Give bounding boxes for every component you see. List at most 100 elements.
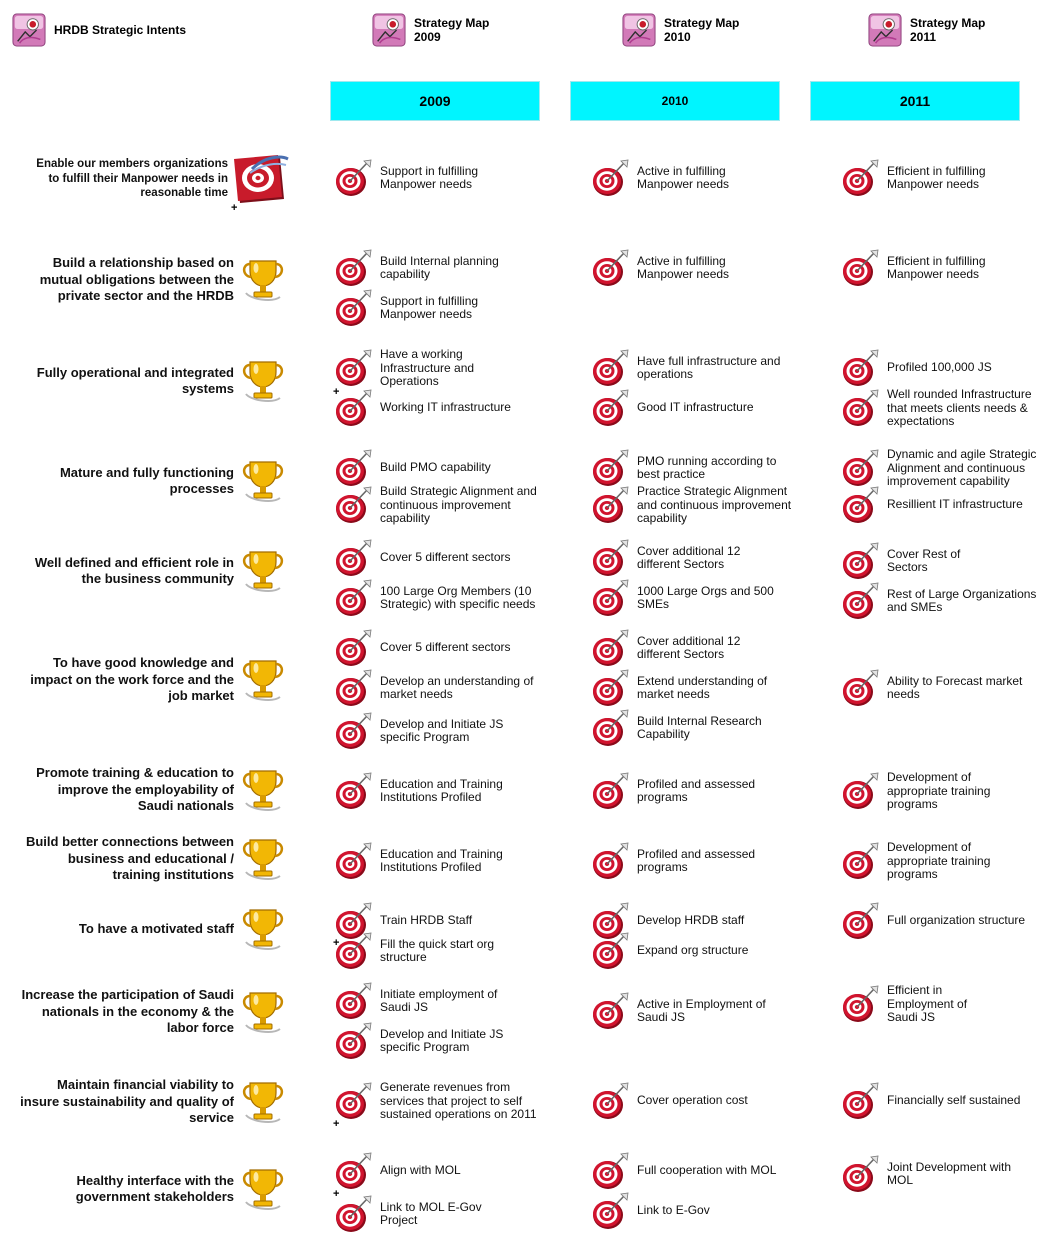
objective-item: Build Strategic Alignment and continuous… [334, 484, 537, 526]
target-dart-icon [841, 541, 881, 581]
target-dart-icon [591, 628, 631, 668]
objective-label: 1000 Large Orgs and 500 SMEs [637, 583, 774, 611]
target-dart-icon [334, 1021, 374, 1061]
objective-label: Extend understanding of market needs [637, 673, 768, 701]
target-dart-icon [334, 538, 374, 578]
target-dart-icon [591, 708, 631, 748]
objective-item: Efficient in Employment of Saudi JS [841, 983, 967, 1025]
target-dart-icon [591, 1081, 631, 1121]
target-dart-icon [334, 711, 374, 751]
intent-label: Fully operational and integrated systems [36, 364, 234, 397]
intent-label: Increase the participation of Saudi nati… [21, 987, 234, 1036]
target-dart-icon [334, 1081, 374, 1121]
target-dart-icon [841, 348, 881, 388]
intent-label: Healthy interface with the government st… [75, 1172, 234, 1205]
year-band-2011: 2011 [810, 81, 1020, 121]
objective-label: PMO running according to best practice [637, 453, 777, 481]
objective-item: Initiate employment of Saudi JS [334, 981, 497, 1021]
objective-label: Build Internal planning capability [380, 253, 499, 281]
objective-item: Rest of Large Organizations and SMEs [841, 581, 1036, 621]
intent-row: Build better connections between busines… [0, 826, 290, 892]
header-map-2009: Strategy Map 2009 [372, 10, 489, 50]
intent-row: Promote training & education to improve … [0, 762, 290, 818]
objective-item: Active in Employment of Saudi JS [591, 991, 766, 1031]
bullseye-logo-icon [230, 149, 290, 209]
year-band-2009: 2009 [330, 81, 540, 121]
target-dart-icon [591, 771, 631, 811]
objective-label: Rest of Large Organizations and SMEs [887, 586, 1037, 614]
objective-item: Expand org structure [591, 931, 748, 971]
trophy-icon [236, 653, 290, 707]
objective-label: Ability to Forecast market needs [887, 673, 1023, 701]
header-map-2009-label: Strategy Map 2009 [414, 16, 490, 44]
target-dart-icon [591, 1191, 631, 1231]
objective-item: Link to MOL E-Gov Project [334, 1194, 482, 1234]
intent-row: Well defined and efficient role in the b… [0, 548, 290, 594]
objective-label: Practice Strategic Alignment and continu… [637, 484, 792, 525]
objective-item: Dynamic and agile Strategic Alignment an… [841, 447, 1036, 489]
objective-label: Well rounded Infrastructure that meets c… [887, 387, 1032, 428]
target-dart-icon [841, 1081, 881, 1121]
objective-item: Support in fulfilling Manpower needs [334, 288, 478, 328]
target-dart-icon [841, 984, 881, 1024]
objective-label: Have full infrastructure and operations [637, 353, 781, 381]
objective-item: Cover 5 different sectors [334, 538, 511, 578]
header-map-2011-label: Strategy Map 2011 [910, 16, 986, 44]
objective-item: Ability to Forecast market needs [841, 668, 1022, 708]
strategy-map-icon [622, 13, 656, 47]
objective-item: Develop and Initiate JS specific Program [334, 711, 503, 751]
target-dart-icon [591, 248, 631, 288]
objective-label: Have a working Infrastructure and Operat… [380, 347, 475, 388]
objective-item: Full cooperation with MOL [591, 1151, 776, 1191]
objective-item: Resillient IT infrastructure [841, 485, 1023, 525]
target-dart-icon [841, 388, 881, 428]
objective-item: Build PMO capability [334, 448, 491, 488]
objective-item: Develop and Initiate JS specific Program [334, 1021, 503, 1061]
strategy-map-icon [868, 13, 902, 47]
objective-item: Education and Training Institutions Prof… [334, 841, 503, 881]
objective-item: Generate revenues from services that pro… [334, 1080, 537, 1122]
target-dart-icon [334, 841, 374, 881]
objective-label: 100 Large Org Members (10 Strategic) wit… [380, 583, 536, 611]
objective-label: Education and Training Institutions Prof… [380, 846, 503, 874]
objective-label: Align with MOL [380, 1163, 461, 1178]
objective-label: Build Strategic Alignment and continuous… [380, 484, 537, 525]
objective-label: Working IT infrastructure [380, 400, 511, 415]
target-dart-icon [334, 288, 374, 328]
objective-label: Full organization structure [887, 913, 1026, 928]
target-dart-icon [334, 348, 374, 388]
objective-item: Have a working Infrastructure and Operat… [334, 347, 475, 389]
objective-label: Develop HRDB staff [637, 913, 745, 928]
objective-label: Develop an understanding of market needs [380, 673, 534, 701]
intent-row: Maintain financial viability to insure s… [0, 1074, 290, 1130]
target-dart-icon [841, 771, 881, 811]
target-dart-icon [334, 1194, 374, 1234]
target-dart-icon [334, 158, 374, 198]
target-dart-icon [591, 485, 631, 525]
objective-label: Joint Development with MOL [887, 1159, 1012, 1187]
objective-label: Build PMO capability [380, 460, 491, 475]
objective-item: Cover operation cost [591, 1081, 748, 1121]
target-dart-icon [591, 991, 631, 1031]
target-dart-icon [591, 841, 631, 881]
target-dart-icon [591, 388, 631, 428]
plus-marker: + [231, 202, 238, 214]
target-dart-icon [334, 771, 374, 811]
objective-item: Profiled and assessed programs [591, 841, 755, 881]
objective-item: Joint Development with MOL [841, 1154, 1011, 1194]
target-dart-icon [841, 581, 881, 621]
trophy-icon [236, 1162, 290, 1216]
objective-label: Good IT infrastructure [637, 400, 754, 415]
target-dart-icon [841, 448, 881, 488]
intent-label: Enable our members organizations to fulf… [36, 158, 228, 200]
trophy-icon [236, 454, 290, 508]
objective-label: Develop and Initiate JS specific Program [380, 716, 504, 744]
objective-item: Extend understanding of market needs [591, 668, 767, 708]
target-dart-icon [334, 248, 374, 288]
objective-label: Initiate employment of Saudi JS [380, 986, 498, 1014]
objective-item: Link to E-Gov [591, 1191, 710, 1231]
intent-row: Mature and fully functioning processes [0, 458, 290, 504]
objective-item: Financially self sustained [841, 1081, 1020, 1121]
target-dart-icon [334, 1151, 374, 1191]
year-band-2010: 2010 [570, 81, 780, 121]
